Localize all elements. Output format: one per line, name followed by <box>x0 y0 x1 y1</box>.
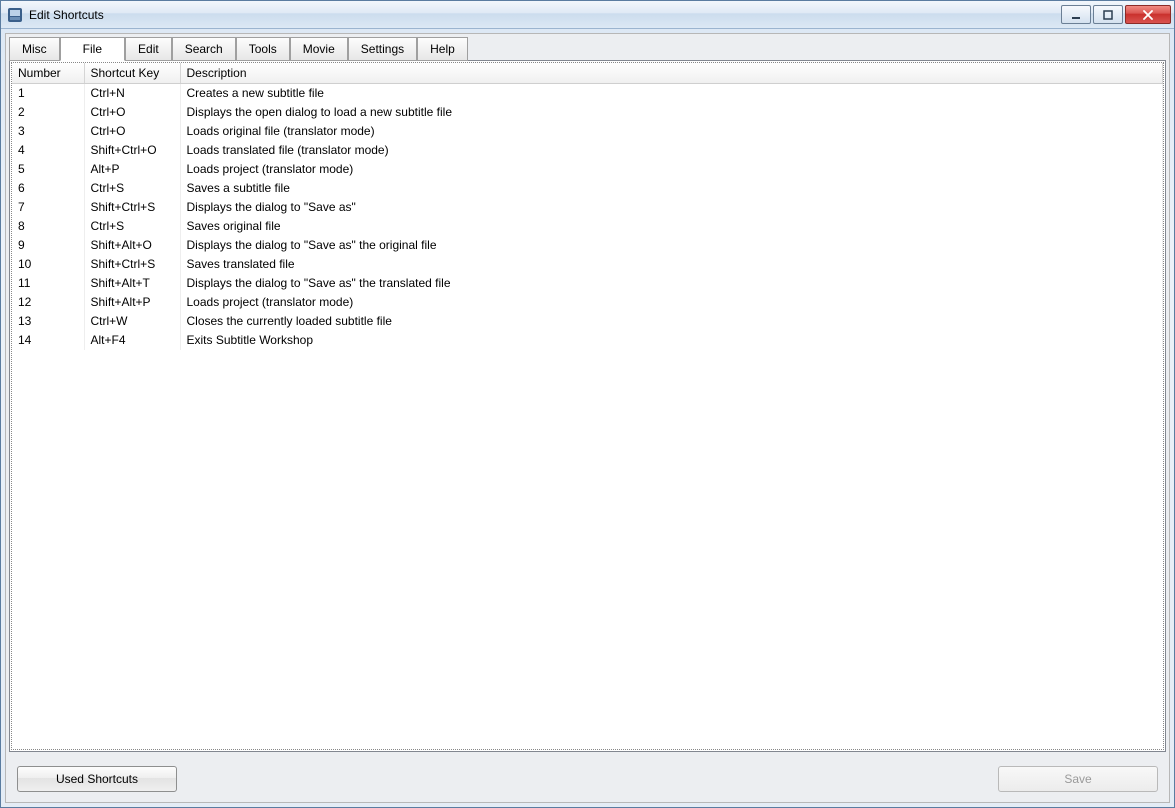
cell-description: Exits Subtitle Workshop <box>180 331 1163 350</box>
cell-number: 3 <box>12 122 84 141</box>
content-area: Misc File Edit Search Tools Movie Settings Help… <box>5 33 1170 803</box>
cell-number: 11 <box>12 274 84 293</box>
tab-file[interactable]: File <box>60 37 125 61</box>
save-button: Save <box>998 766 1158 792</box>
table-row[interactable]: 4Shift+Ctrl+OLoads translated file (tran… <box>12 141 1163 160</box>
cell-shortcut: Ctrl+O <box>84 103 180 122</box>
tab-settings[interactable]: Settings <box>348 37 417 61</box>
cell-description: Creates a new subtitle file <box>180 84 1163 103</box>
tab-movie[interactable]: Movie <box>290 37 348 61</box>
table-row[interactable]: 7Shift+Ctrl+SDisplays the dialog to "Sav… <box>12 198 1163 217</box>
tab-label: File <box>83 42 102 56</box>
cell-description: Displays the dialog to "Save as" the tra… <box>180 274 1163 293</box>
cell-description: Loads project (translator mode) <box>180 160 1163 179</box>
cell-number: 10 <box>12 255 84 274</box>
tab-label: Help <box>430 42 455 56</box>
shortcuts-grid[interactable]: Number Shortcut Key Description 1Ctrl+NC… <box>11 62 1164 750</box>
table-row[interactable]: 5Alt+PLoads project (translator mode) <box>12 160 1163 179</box>
cell-number: 13 <box>12 312 84 331</box>
cell-description: Saves a subtitle file <box>180 179 1163 198</box>
cell-number: 6 <box>12 179 84 198</box>
cell-shortcut: Shift+Ctrl+S <box>84 198 180 217</box>
window-title: Edit Shortcuts <box>29 8 1061 22</box>
table-row[interactable]: 10Shift+Ctrl+SSaves translated file <box>12 255 1163 274</box>
cell-shortcut: Alt+F4 <box>84 331 180 350</box>
tab-help[interactable]: Help <box>417 37 468 61</box>
cell-description: Loads translated file (translator mode) <box>180 141 1163 160</box>
app-icon <box>7 7 23 23</box>
tab-tools[interactable]: Tools <box>236 37 290 61</box>
titlebar[interactable]: Edit Shortcuts <box>1 1 1174 29</box>
tab-search[interactable]: Search <box>172 37 236 61</box>
table-row[interactable]: 8Ctrl+SSaves original file <box>12 217 1163 236</box>
tab-label: Search <box>185 42 223 56</box>
table-row[interactable]: 1Ctrl+NCreates a new subtitle file <box>12 84 1163 103</box>
table-header-row: Number Shortcut Key Description <box>12 63 1163 84</box>
cell-shortcut: Shift+Ctrl+O <box>84 141 180 160</box>
column-header-shortcut[interactable]: Shortcut Key <box>84 63 180 84</box>
shortcuts-table: Number Shortcut Key Description 1Ctrl+NC… <box>12 63 1163 350</box>
cell-number: 4 <box>12 141 84 160</box>
used-shortcuts-button[interactable]: Used Shortcuts <box>17 766 177 792</box>
cell-number: 2 <box>12 103 84 122</box>
table-row[interactable]: 11Shift+Alt+TDisplays the dialog to "Sav… <box>12 274 1163 293</box>
tab-misc[interactable]: Misc <box>9 37 60 61</box>
tab-edit[interactable]: Edit <box>125 37 172 61</box>
cell-number: 7 <box>12 198 84 217</box>
window: Edit Shortcuts Misc File Edit Search Tools Mo… <box>0 0 1175 808</box>
cell-description: Displays the open dialog to load a new s… <box>180 103 1163 122</box>
tab-label: Tools <box>249 42 277 56</box>
tab-panel: Number Shortcut Key Description 1Ctrl+NC… <box>9 60 1166 752</box>
maximize-button[interactable] <box>1093 5 1123 24</box>
cell-number: 9 <box>12 236 84 255</box>
cell-number: 5 <box>12 160 84 179</box>
cell-description: Closes the currently loaded subtitle fil… <box>180 312 1163 331</box>
cell-description: Saves original file <box>180 217 1163 236</box>
table-row[interactable]: 6Ctrl+SSaves a subtitle file <box>12 179 1163 198</box>
window-controls <box>1061 5 1171 24</box>
table-row[interactable]: 13Ctrl+WCloses the currently loaded subt… <box>12 312 1163 331</box>
column-header-description[interactable]: Description <box>180 63 1163 84</box>
table-row[interactable]: 9Shift+Alt+ODisplays the dialog to "Save… <box>12 236 1163 255</box>
footer: Used Shortcuts Save <box>9 752 1166 796</box>
cell-description: Displays the dialog to "Save as" <box>180 198 1163 217</box>
cell-shortcut: Ctrl+O <box>84 122 180 141</box>
cell-shortcut: Shift+Alt+T <box>84 274 180 293</box>
cell-shortcut: Alt+P <box>84 160 180 179</box>
table-row[interactable]: 3Ctrl+OLoads original file (translator m… <box>12 122 1163 141</box>
cell-shortcut: Ctrl+S <box>84 217 180 236</box>
cell-shortcut: Shift+Alt+P <box>84 293 180 312</box>
cell-shortcut: Ctrl+N <box>84 84 180 103</box>
tab-label: Settings <box>361 42 404 56</box>
table-row[interactable]: 14Alt+F4Exits Subtitle Workshop <box>12 331 1163 350</box>
cell-shortcut: Shift+Ctrl+S <box>84 255 180 274</box>
cell-number: 8 <box>12 217 84 236</box>
cell-description: Displays the dialog to "Save as" the ori… <box>180 236 1163 255</box>
cell-description: Loads original file (translator mode) <box>180 122 1163 141</box>
cell-shortcut: Shift+Alt+O <box>84 236 180 255</box>
tab-label: Edit <box>138 42 159 56</box>
cell-shortcut: Ctrl+S <box>84 179 180 198</box>
table-row[interactable]: 2Ctrl+ODisplays the open dialog to load … <box>12 103 1163 122</box>
tab-label: Misc <box>22 42 47 56</box>
close-button[interactable] <box>1125 5 1171 24</box>
cell-number: 1 <box>12 84 84 103</box>
cell-shortcut: Ctrl+W <box>84 312 180 331</box>
cell-description: Loads project (translator mode) <box>180 293 1163 312</box>
cell-description: Saves translated file <box>180 255 1163 274</box>
tabbar: Misc File Edit Search Tools Movie Settings Help <box>9 37 1166 61</box>
cell-number: 14 <box>12 331 84 350</box>
cell-number: 12 <box>12 293 84 312</box>
column-header-number[interactable]: Number <box>12 63 84 84</box>
minimize-button[interactable] <box>1061 5 1091 24</box>
tab-label: Movie <box>303 42 335 56</box>
table-row[interactable]: 12Shift+Alt+PLoads project (translator m… <box>12 293 1163 312</box>
